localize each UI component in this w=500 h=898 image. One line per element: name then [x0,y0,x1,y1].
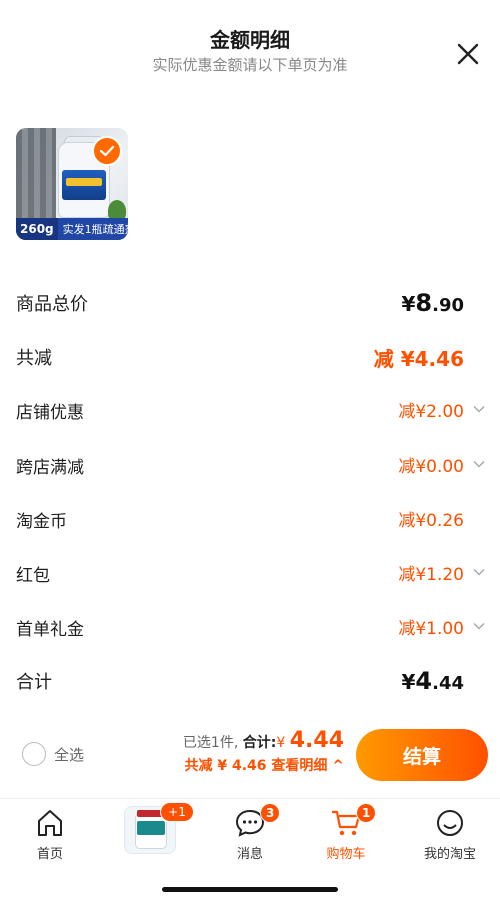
sum-currency: ¥ [276,735,286,751]
goods-total-row: 商品总价 ¥8.90 [16,286,488,318]
total-currency: ¥ [401,670,416,694]
tab-me-label: 我的淘宝 [423,847,476,862]
supplement-jar-label [137,821,165,835]
promo-badge: +1 [160,802,194,822]
taojinbi-label: 淘金币 [16,512,67,532]
total-reduce-amount: 4.46 [414,347,464,371]
product-weight: 260g [16,218,58,240]
goods-total-currency: ¥ [401,292,416,316]
tab-home-label: 首页 [36,847,63,862]
total-int: 4 [415,667,433,695]
taojinbi-value: 减¥0.26 [398,511,464,531]
select-all-label: 全选 [54,745,85,764]
cart-badge: 1 [356,803,377,823]
total-reduce-value: 减 ¥4.46 [374,343,464,372]
tab-cart-label: 购物车 [326,847,366,862]
home-indicator [162,887,338,892]
close-icon[interactable] [454,40,482,68]
select-all-radio[interactable] [22,742,46,766]
store-discount-row[interactable]: 店铺优惠 减¥2.00 [16,394,488,426]
chevron-down-icon[interactable] [472,565,486,579]
first-order-value: 减¥1.00 [398,619,464,639]
goods-total-int: 8 [415,289,433,317]
goods-total-value: ¥8.90 [401,289,464,317]
page-subtitle: 实际优惠金额请以下单页为准 [152,56,348,74]
red-packet-value: 减¥1.20 [398,565,464,585]
total-label: 合计 [16,672,52,693]
total-reduce-label: 共减 [16,348,52,369]
view-detail-link[interactable]: 共减 ¥ 4.46 查看明细 ^ [183,755,344,775]
tab-messages-label: 消息 [236,847,263,862]
first-order-row[interactable]: 首单礼金 减¥1.00 [16,611,488,643]
cross-store-row[interactable]: 跨店满减 减¥0.00 [16,449,488,481]
home-icon [34,807,66,839]
store-discount-label: 店铺优惠 [16,403,84,423]
chevron-down-icon[interactable] [472,402,486,416]
total-reduce-row: 共减 减 ¥4.46 [16,340,488,372]
taojinbi-row: 淘金币 减¥0.26 [16,503,488,535]
selected-count: 已选1件, [182,735,239,751]
product-banner-text: 实发1瓶疏通剂 [62,223,128,236]
goods-total-label: 商品总价 [16,294,88,315]
total-reduce-currency: ¥ [400,347,415,371]
checkout-button[interactable]: 结算 [356,729,488,781]
page-header: 金额明细 实际优惠金额请以下单页为准 [0,0,500,90]
bottle-label-stripe [66,178,102,186]
select-all-toggle[interactable]: 全选 [22,742,84,766]
price-summary: 已选1件, 合计:¥ 4.44 共减 ¥ 4.46 查看明细 ^ [183,728,344,775]
tab-me[interactable]: 我的淘宝 [410,807,490,862]
selected-check-icon[interactable] [92,136,122,166]
tab-cart[interactable]: 1 购物车 [306,803,386,862]
chevron-down-icon[interactable] [472,619,486,633]
product-banner: 260g 实发1瓶疏通剂 [16,218,128,240]
cross-store-label: 跨店满减 [16,458,84,478]
chevron-down-icon[interactable] [472,457,486,471]
smiley-icon [434,807,466,839]
first-order-label: 首单礼金 [16,620,84,640]
total-reduce-prefix: 减 [373,347,394,371]
tab-home[interactable]: 首页 [10,807,90,862]
bottom-tab-bar: 首页 3 消息 1 购物车 我的淘宝 [0,798,500,898]
red-packet-row[interactable]: 红包 减¥1.20 [16,557,488,589]
store-discount-value: 减¥2.00 [398,402,464,422]
messages-badge: 3 [260,803,281,823]
page-title: 金额明细 [210,28,290,52]
summary-line: 已选1件, 合计:¥ 4.44 [183,728,344,753]
product-thumbnail[interactable]: 260g 实发1瓶疏通剂 [16,128,128,240]
total-dec: .44 [432,673,464,694]
total-value: ¥4.44 [401,667,464,695]
sum-label: 合计: [242,735,277,751]
tab-messages[interactable]: 3 消息 [210,803,290,862]
sum-value: 4.44 [289,728,344,753]
cross-store-value: 减¥0.00 [398,457,464,477]
red-packet-label: 红包 [16,566,50,586]
total-row: 合计 ¥4.44 [16,664,488,696]
goods-total-dec: .90 [432,295,464,316]
